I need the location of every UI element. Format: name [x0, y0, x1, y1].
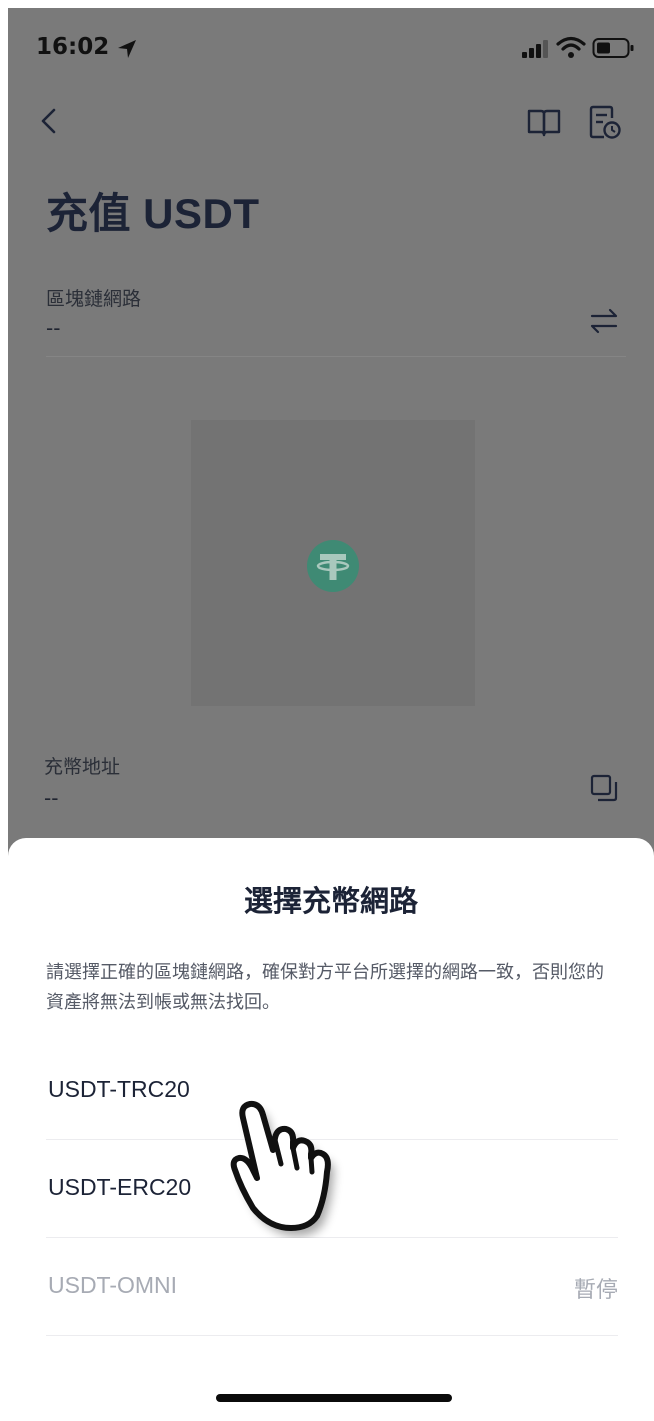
address-value: --: [44, 786, 59, 810]
phone-screen: 16:02 充值 USDT 區塊鏈網路 -- 充幣地址 -- 選擇充幣網路 請選…: [8, 8, 654, 1421]
divider: [46, 356, 626, 357]
network-label: 區塊鏈網路: [46, 288, 142, 310]
status-bar: 16:02: [8, 8, 654, 88]
tether-icon: [307, 540, 359, 592]
divider: [46, 1335, 618, 1336]
pointer-hand-icon: [230, 1100, 334, 1236]
page-title: 充值 USDT: [46, 190, 260, 237]
network-option-label: USDT-ERC20: [48, 1174, 192, 1200]
status-time: 16:02: [36, 34, 110, 60]
qr-code-area: [191, 420, 475, 706]
record-icon[interactable]: [588, 104, 622, 140]
switch-arrows-icon[interactable]: [588, 306, 620, 336]
network-option-label: USDT-TRC20: [48, 1076, 190, 1102]
address-label: 充幣地址: [44, 756, 121, 778]
network-option-status: 暫停: [573, 1278, 618, 1303]
signal-icon: [522, 40, 548, 58]
wifi-icon: [556, 36, 586, 58]
back-chevron-icon[interactable]: [36, 106, 62, 136]
network-value: --: [46, 316, 61, 340]
sheet-description: 請選擇正確的區塊鏈網路，確保對方平台所選擇的網路一致，否則您的資產將無法到帳或無…: [46, 962, 604, 1013]
location-arrow-icon: [118, 40, 136, 58]
sheet-title: 選擇充幣網路: [243, 884, 418, 918]
copy-icon[interactable]: [590, 774, 618, 802]
battery-icon: [592, 38, 634, 58]
network-option-label: USDT-OMNI: [48, 1272, 178, 1298]
home-indicator: [216, 1394, 452, 1402]
network-option-omni: USDT-OMNI 暫停: [46, 1240, 618, 1336]
book-icon[interactable]: [526, 106, 562, 138]
